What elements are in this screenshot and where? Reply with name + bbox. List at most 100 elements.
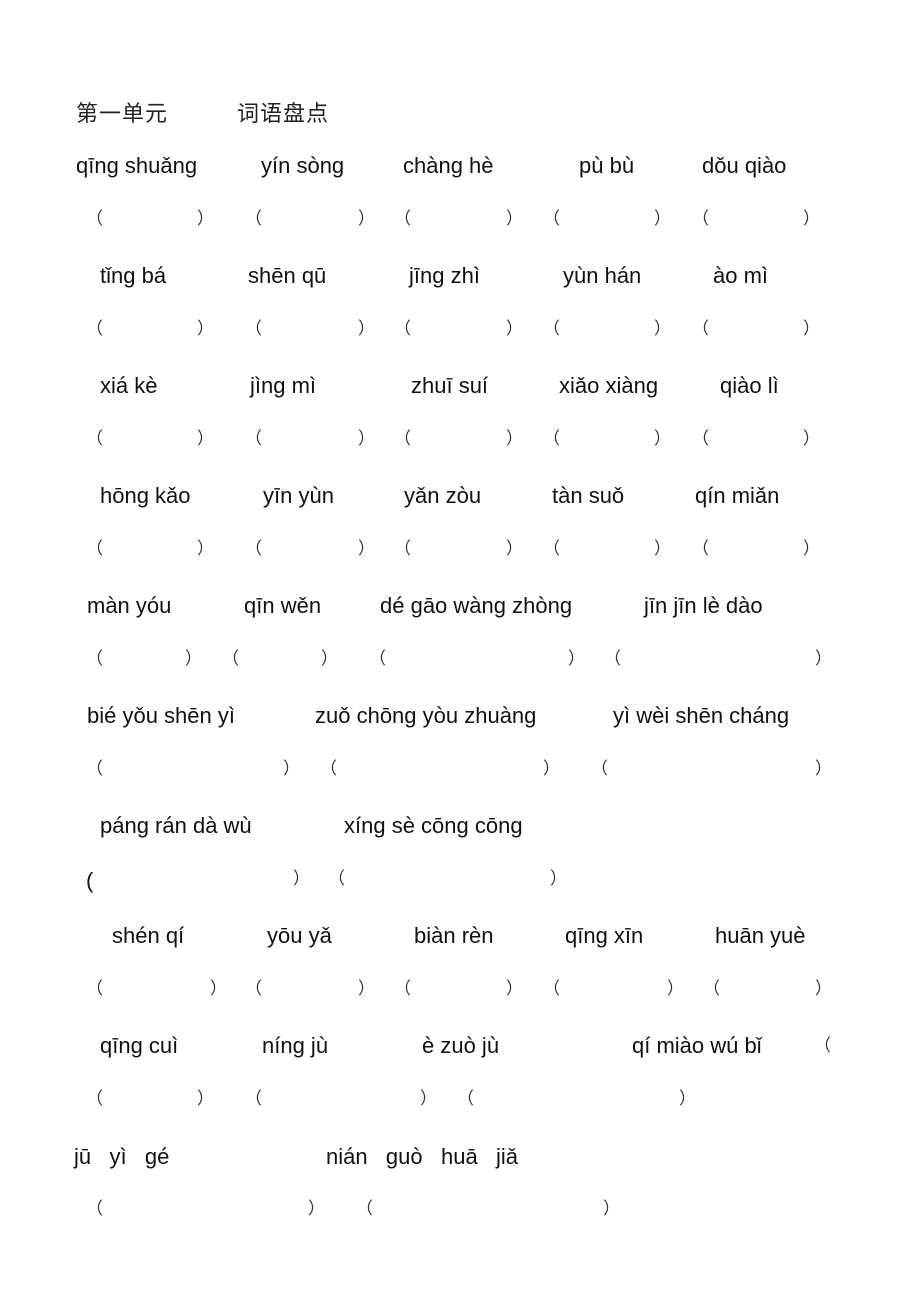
answer-blank[interactable]	[375, 1198, 603, 1220]
open-paren: （	[692, 209, 709, 229]
answer-blank[interactable]	[562, 208, 654, 230]
answer-blank[interactable]	[105, 428, 197, 450]
close-paren: ）	[197, 429, 214, 449]
open-paren: （	[245, 429, 262, 449]
close-paren: ）	[210, 979, 227, 999]
answer-blank[interactable]	[413, 318, 506, 340]
answer-blank[interactable]	[264, 318, 358, 340]
close-paren: ）	[420, 1089, 437, 1109]
open-paren: （	[245, 209, 262, 229]
close-paren: ）	[603, 1199, 620, 1219]
answer-blank[interactable]	[413, 978, 506, 1000]
pinyin-word: yín sòng	[261, 153, 345, 178]
answer-blank[interactable]	[105, 1198, 308, 1220]
close-paren: ）	[197, 319, 214, 339]
pinyin-word: jīng zhì	[409, 263, 480, 288]
answer-blank[interactable]	[241, 648, 321, 670]
open-paren: （	[245, 319, 262, 339]
answer-blank[interactable]	[105, 868, 293, 890]
answer-blank[interactable]	[562, 978, 667, 1000]
answer-blank[interactable]	[413, 208, 506, 230]
close-paren: ）	[197, 209, 214, 229]
close-paren: ）	[667, 979, 684, 999]
open-paren: (	[86, 868, 94, 893]
open-paren: （	[86, 759, 103, 779]
open-paren: （	[692, 429, 709, 449]
worksheet-page: 第一单元 词语盘点 qīng shuǎng yín sòng chàng hè …	[0, 0, 920, 1300]
answer-blank[interactable]	[562, 538, 654, 560]
answer-blank[interactable]	[347, 868, 550, 890]
pinyin-word: níng jù	[262, 1033, 329, 1058]
pinyin-word: yīn yùn	[263, 483, 334, 508]
answer-blank[interactable]	[711, 538, 803, 560]
answer-blank[interactable]	[722, 978, 815, 1000]
close-paren: ）	[358, 319, 375, 339]
answer-blank[interactable]	[413, 428, 506, 450]
answer-blank[interactable]	[711, 428, 803, 450]
answer-blank[interactable]	[388, 648, 568, 670]
pinyin-word: qīn wěn	[244, 593, 322, 618]
answer-blank[interactable]	[711, 208, 803, 230]
pinyin-word: jīn jīn lè dào	[644, 593, 763, 618]
pinyin-word: xíng sè cōng cōng	[344, 813, 523, 838]
answer-blank[interactable]	[105, 1088, 197, 1110]
open-paren: （	[369, 649, 386, 669]
close-paren: ）	[654, 539, 671, 559]
pinyin-word: qín miǎn	[695, 483, 780, 508]
answer-blank[interactable]	[711, 318, 803, 340]
pinyin-word: qīng cuì	[100, 1033, 179, 1058]
answer-blank[interactable]	[476, 1088, 679, 1110]
answer-blank[interactable]	[562, 428, 654, 450]
open-paren: （	[245, 1089, 262, 1109]
open-paren: （	[320, 759, 337, 779]
close-paren: ）	[815, 649, 832, 669]
open-paren: （	[457, 1089, 474, 1109]
pinyin-word: bié yǒu shēn yì	[87, 703, 235, 728]
answer-blank[interactable]	[264, 978, 358, 1000]
open-paren: （	[543, 429, 560, 449]
close-paren: ）	[293, 869, 310, 889]
answer-blank[interactable]	[264, 428, 358, 450]
close-paren: ）	[358, 539, 375, 559]
answer-blank[interactable]	[610, 758, 815, 780]
open-paren: （	[692, 319, 709, 339]
pinyin-word: yǎn zòu	[404, 483, 482, 508]
answer-blank[interactable]	[339, 758, 543, 780]
close-paren: ）	[803, 319, 820, 339]
open-paren: （	[394, 539, 411, 559]
open-paren: （	[703, 979, 720, 999]
pinyin-word: qīng shuǎng	[76, 153, 198, 178]
close-paren: ）	[197, 1089, 214, 1109]
answer-blank[interactable]	[105, 538, 197, 560]
pinyin-word: ào mì	[713, 263, 769, 288]
answer-blank[interactable]	[264, 538, 358, 560]
open-paren: （	[86, 539, 103, 559]
open-paren: （	[394, 979, 411, 999]
answer-blank[interactable]	[623, 648, 815, 670]
close-paren: ）	[803, 429, 820, 449]
pinyin-word: huān yuè	[715, 923, 806, 948]
close-paren: ）	[815, 759, 832, 779]
pinyin-word: dé gāo wàng zhòng	[380, 593, 573, 618]
open-paren: （	[86, 319, 103, 339]
answer-blank[interactable]	[413, 538, 506, 560]
close-paren: ）	[543, 759, 560, 779]
answer-blank[interactable]	[105, 648, 185, 670]
answer-blank[interactable]	[105, 758, 283, 780]
open-paren: （	[591, 759, 608, 779]
pinyin-word: hōng kǎo	[100, 483, 191, 508]
answer-blank[interactable]	[105, 978, 210, 1000]
open-paren: （	[328, 869, 345, 889]
pinyin-word: shén qí	[112, 923, 185, 948]
answer-blank[interactable]	[562, 318, 654, 340]
answer-blank[interactable]	[264, 208, 358, 230]
answer-blank[interactable]	[105, 208, 197, 230]
answer-blank[interactable]	[105, 318, 197, 340]
pinyin-word: dǒu qiào	[702, 153, 787, 178]
open-paren: （	[245, 979, 262, 999]
pinyin-word: è zuò jù	[422, 1033, 500, 1058]
open-paren: （	[394, 319, 411, 339]
open-paren: （	[222, 649, 239, 669]
answer-blank[interactable]	[264, 1088, 420, 1110]
close-paren: ）	[568, 649, 585, 669]
